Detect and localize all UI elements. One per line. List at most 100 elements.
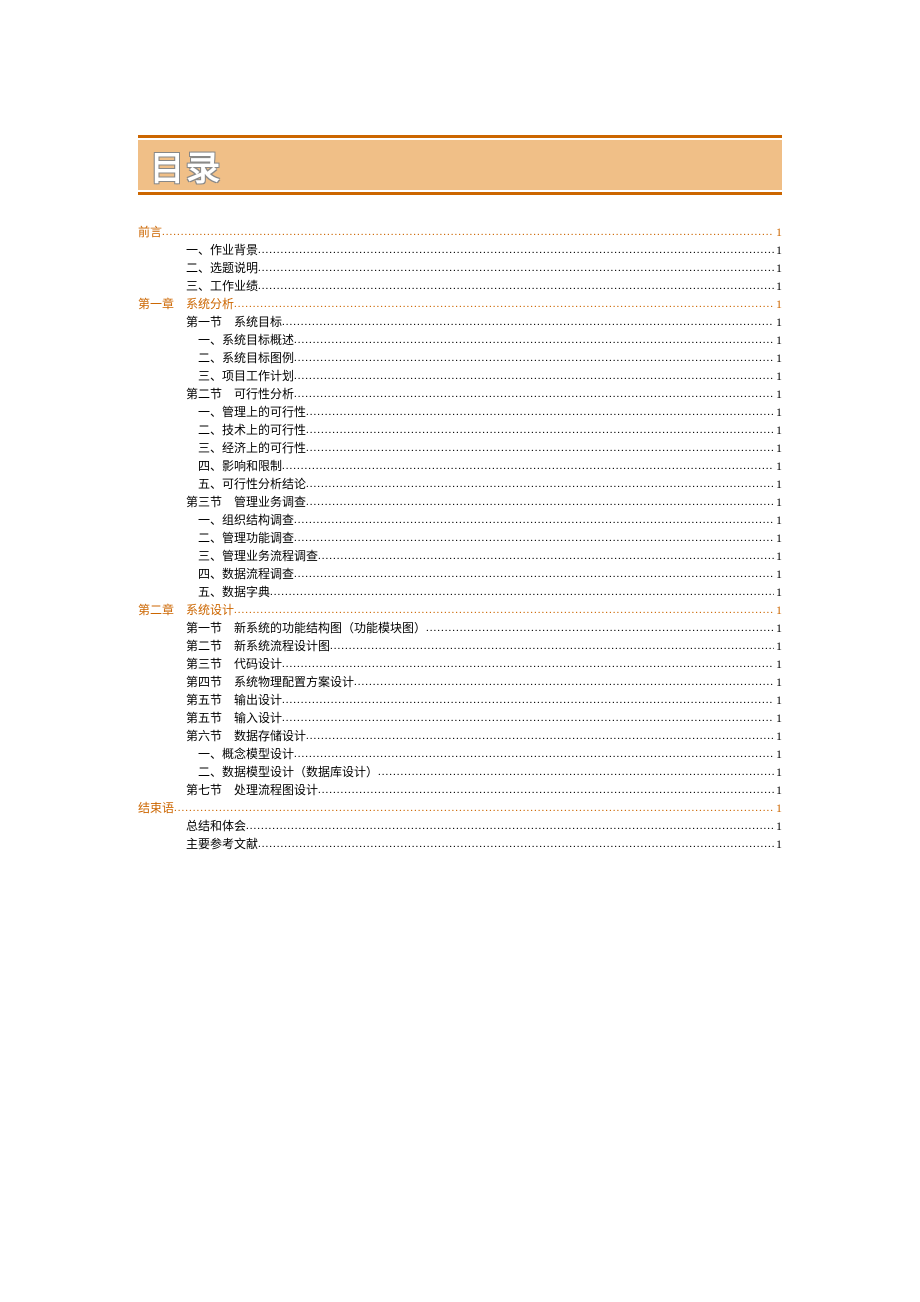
toc-entry-page: 1 <box>774 601 782 619</box>
toc-entry-label: 前言 <box>138 223 162 241</box>
toc-entry: 第三节 管理业务调查 1 <box>138 493 782 511</box>
toc-entry-page: 1 <box>774 421 782 439</box>
toc-entry-page: 1 <box>774 403 782 421</box>
toc-leader-dots <box>162 224 774 236</box>
toc-entry-label: 五、可行性分析结论 <box>198 475 306 493</box>
toc-entry: 二、系统目标图例 1 <box>138 349 782 367</box>
toc-entry-label: 一、概念模型设计 <box>198 745 294 763</box>
toc-entry-page: 1 <box>774 277 782 295</box>
toc-entry: 三、管理业务流程调查1 <box>138 547 782 565</box>
page-title: 目录 <box>150 141 222 190</box>
toc-entry-label: 第一节 新系统的功能结构图（功能模块图） <box>186 619 426 637</box>
toc-entry-label: 结束语 <box>138 799 174 817</box>
toc-entry-page: 1 <box>774 565 782 583</box>
toc-entry: 第二节 可行性分析1 <box>138 385 782 403</box>
toc-leader-dots <box>258 278 774 290</box>
toc-leader-dots <box>318 548 774 560</box>
toc-entry: 四、影响和限制1 <box>138 457 782 475</box>
toc-entry-page: 1 <box>774 493 782 511</box>
toc-entry-label: 总结和体会 <box>186 817 246 835</box>
toc-leader-dots <box>258 260 774 272</box>
toc-entry-label: 二、技术上的可行性 <box>198 421 306 439</box>
toc-leader-dots <box>426 620 774 632</box>
toc-leader-dots <box>306 422 774 434</box>
toc-leader-dots <box>294 332 774 344</box>
toc-entry-label: 三、管理业务流程调查 <box>198 547 318 565</box>
toc-entry: 第六节 数据存储设计1 <box>138 727 782 745</box>
toc-entry-page: 1 <box>774 673 782 691</box>
toc-leader-dots <box>354 674 774 686</box>
toc-leader-dots <box>306 494 774 506</box>
toc-entry-label: 四、数据流程调查 <box>198 565 294 583</box>
toc-entry-label: 第一章 系统分析 <box>138 295 234 313</box>
toc-entry: 二、技术上的可行性 1 <box>138 421 782 439</box>
toc-leader-dots <box>294 350 774 362</box>
toc-entry-page: 1 <box>774 637 782 655</box>
toc-entry-label: 二、管理功能调查 <box>198 529 294 547</box>
toc-leader-dots <box>306 404 774 416</box>
toc-entry-label: 二、选题说明 <box>186 259 258 277</box>
toc-entry-label: 四、影响和限制 <box>198 457 282 475</box>
toc-entry: 三、工作业绩1 <box>138 277 782 295</box>
toc-entry-page: 1 <box>774 745 782 763</box>
title-banner: 目录 <box>138 135 782 195</box>
toc-entry-page: 1 <box>774 511 782 529</box>
toc-entry-label: 第六节 数据存储设计 <box>186 727 306 745</box>
toc-entry: 三、经济上的可行性1 <box>138 439 782 457</box>
toc-entry-label: 一、系统目标概述 <box>198 331 294 349</box>
toc-entry-label: 三、经济上的可行性 <box>198 439 306 457</box>
toc-leader-dots <box>270 584 774 596</box>
toc-entry-label: 三、项目工作计划 <box>198 367 294 385</box>
toc-leader-dots <box>282 458 774 470</box>
title-banner-inner: 目录 <box>138 140 782 190</box>
toc-entry-label: 二、数据模型设计（数据库设计） <box>198 763 378 781</box>
toc-entry-label: 一、管理上的可行性 <box>198 403 306 421</box>
toc-leader-dots <box>294 746 774 758</box>
toc-leader-dots <box>306 728 774 740</box>
toc-entry: 一、作业背景1 <box>138 241 782 259</box>
toc-leader-dots <box>294 566 774 578</box>
toc-leader-dots <box>330 638 774 650</box>
toc-entry-page: 1 <box>774 781 782 799</box>
toc-leader-dots <box>306 476 774 488</box>
toc-entry-label: 第二章 系统设计 <box>138 601 234 619</box>
toc-entry: 二、管理功能调查 1 <box>138 529 782 547</box>
toc-entry: 四、数据流程调查 1 <box>138 565 782 583</box>
toc-entry-page: 1 <box>774 223 782 241</box>
toc-entry-page: 1 <box>774 817 782 835</box>
toc-entry-page: 1 <box>774 331 782 349</box>
toc-entry-page: 1 <box>774 583 782 601</box>
toc-entry-label: 第三节 管理业务调查 <box>186 493 306 511</box>
toc-entry-page: 1 <box>774 709 782 727</box>
toc-entry: 总结和体会 1 <box>138 817 782 835</box>
toc-entry: 五、数据字典 1 <box>138 583 782 601</box>
toc-leader-dots <box>258 242 774 254</box>
toc-entry: 第二节 新系统流程设计图1 <box>138 637 782 655</box>
toc-entry-page: 1 <box>774 349 782 367</box>
toc-leader-dots <box>258 836 774 848</box>
toc-leader-dots <box>282 710 774 722</box>
toc-leader-dots <box>294 512 774 524</box>
toc-entry-label: 二、系统目标图例 <box>198 349 294 367</box>
toc-entry: 主要参考文献 1 <box>138 835 782 853</box>
toc-entry-label: 主要参考文献 <box>186 835 258 853</box>
toc-entry: 第五节 输入设计1 <box>138 709 782 727</box>
toc-entry-label: 五、数据字典 <box>198 583 270 601</box>
toc-entry: 一、管理上的可行性 1 <box>138 403 782 421</box>
toc-entry-label: 一、作业背景 <box>186 241 258 259</box>
toc-entry: 第二章 系统设计 1 <box>138 601 782 619</box>
toc-entry-label: 第四节 系统物理配置方案设计 <box>186 673 354 691</box>
toc-entry: 第四节 系统物理配置方案设计 1 <box>138 673 782 691</box>
toc-entry: 第三节 代码设计1 <box>138 655 782 673</box>
toc-leader-dots <box>306 440 774 452</box>
toc-leader-dots <box>282 314 774 326</box>
toc-entry-page: 1 <box>774 529 782 547</box>
toc-entry-page: 1 <box>774 259 782 277</box>
toc-entry-label: 第五节 输出设计 <box>186 691 282 709</box>
document-page: 目录 前言1一、作业背景1二、选题说明1三、工作业绩1第一章 系统分析1第一节 … <box>0 0 920 853</box>
toc-leader-dots <box>318 782 774 794</box>
toc-entry-page: 1 <box>774 799 782 817</box>
toc-entry-page: 1 <box>774 763 782 781</box>
toc-entry: 五、可行性分析结论1 <box>138 475 782 493</box>
toc-entry-page: 1 <box>774 835 782 853</box>
